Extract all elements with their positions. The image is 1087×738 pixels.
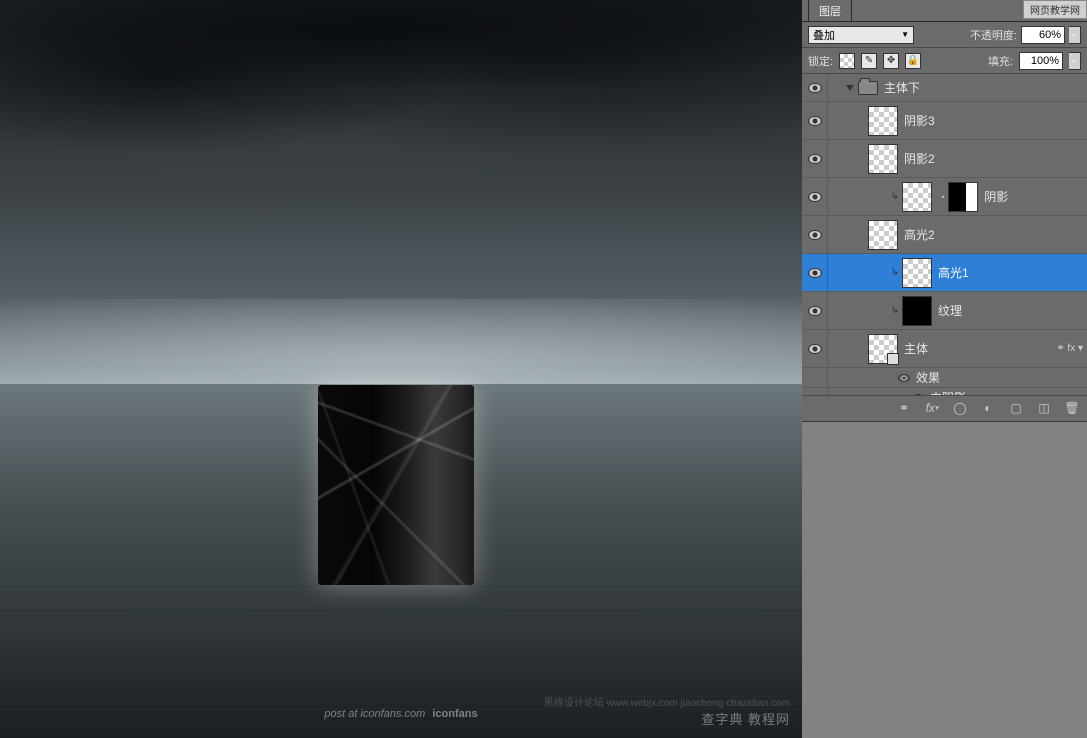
layer-tree[interactable]: 主体下 阴影3阴影2↳⬝阴影高光2↳高光1↳纹理主体⚭ fx ▾效果内阴影外发光… — [802, 74, 1087, 395]
layer-group[interactable]: 主体下 — [802, 74, 1087, 102]
fill-input[interactable]: 100% — [1019, 52, 1063, 70]
visibility-eye-icon[interactable] — [808, 154, 822, 164]
layer-name[interactable]: 主体下 — [884, 79, 920, 96]
blend-opacity-row: 叠加▼ 不透明度: 60% ▸ — [802, 22, 1087, 48]
subject-box — [318, 385, 474, 585]
adjustment-layer-icon[interactable]: ◐ — [979, 400, 997, 416]
delete-layer-icon[interactable]: 🗑 — [1063, 400, 1081, 416]
clip-indicator-icon: ↳ — [890, 306, 900, 316]
layer-name[interactable]: 高光2 — [904, 226, 935, 243]
layer-name[interactable]: 阴影3 — [904, 112, 935, 129]
link-layers-icon[interactable]: ⚭ — [895, 400, 913, 416]
opacity-slider-toggle[interactable]: ▸ — [1069, 26, 1081, 44]
layer-name[interactable]: 阴影2 — [904, 150, 935, 167]
layer-row[interactable]: ↳ 纹理 — [802, 292, 1087, 330]
layer-thumbnail[interactable] — [868, 334, 898, 364]
layer-row[interactable]: 阴影3 — [802, 102, 1087, 140]
fx-indicator-icon[interactable]: ⚭ fx ▾ — [1056, 343, 1083, 354]
layer-row[interactable]: 阴影2 — [802, 140, 1087, 178]
folder-icon — [858, 81, 878, 95]
visibility-eye-icon[interactable] — [808, 116, 822, 126]
layer-thumbnail[interactable] — [902, 296, 932, 326]
new-group-icon[interactable]: ▢ — [1007, 400, 1025, 416]
layers-panel: 图层 网页教学网 叠加▼ 不透明度: 60% ▸ 锁定: ✎ ✥ 🔒 填充: 1… — [802, 0, 1087, 738]
panel-empty-area — [802, 421, 1087, 738]
watermark-bottom: 思缘设计论坛 www.webjx.com jiaocheng.chazidian… — [0, 694, 802, 728]
fx-header[interactable]: 效果 — [802, 368, 1087, 388]
lock-pixels-icon[interactable]: ✎ — [861, 53, 877, 69]
clip-indicator-icon: ↳ — [890, 192, 900, 202]
lock-label: 锁定: — [808, 53, 833, 69]
lock-position-icon[interactable]: ✥ — [883, 53, 899, 69]
visibility-eye-icon[interactable] — [808, 344, 822, 354]
layer-row[interactable]: ↳ 高光1 — [802, 254, 1087, 292]
opacity-label: 不透明度: — [970, 27, 1017, 43]
layer-thumbnail[interactable] — [868, 106, 898, 136]
fx-visibility-icon[interactable] — [898, 374, 910, 382]
lock-fill-row: 锁定: ✎ ✥ 🔒 填充: 100% ▸ — [802, 48, 1087, 74]
layer-thumbnail[interactable] — [868, 144, 898, 174]
layer-name[interactable]: 主体 — [904, 340, 928, 357]
tab-layers[interactable]: 图层 — [808, 0, 852, 21]
visibility-eye-icon[interactable] — [808, 83, 822, 93]
group-toggle-icon[interactable] — [846, 85, 854, 91]
panel-tab-bar: 图层 网页教学网 — [802, 0, 1087, 22]
tutorial-badge: 网页教学网 — [1023, 0, 1087, 19]
layer-row[interactable]: 主体 ⚭ fx ▾ — [802, 330, 1087, 368]
lock-transparent-icon[interactable] — [839, 53, 855, 69]
layer-name[interactable]: 纹理 — [938, 302, 962, 319]
visibility-eye-icon[interactable] — [808, 306, 822, 316]
layers-panel-footer: ⚭ fx▾ ◯ ◐ ▢ ◫ 🗑 — [802, 395, 1087, 421]
layer-row[interactable]: 高光2 — [802, 216, 1087, 254]
canvas-viewport[interactable]: post at iconfans.com iconfans 思缘设计论坛 www… — [0, 0, 802, 738]
layer-thumbnail[interactable] — [902, 182, 932, 212]
add-mask-icon[interactable]: ◯ — [951, 400, 969, 416]
clip-indicator-icon: ↳ — [890, 268, 900, 278]
visibility-eye-icon[interactable] — [808, 268, 822, 278]
fx-icon[interactable]: fx▾ — [923, 400, 941, 416]
mask-link-icon[interactable]: ⬝ — [942, 192, 944, 202]
fill-slider-toggle[interactable]: ▸ — [1069, 52, 1081, 70]
new-layer-icon[interactable]: ◫ — [1035, 400, 1053, 416]
visibility-eye-icon[interactable] — [808, 192, 822, 202]
layer-thumbnail[interactable] — [902, 258, 932, 288]
layer-mask-thumb[interactable] — [948, 182, 978, 212]
visibility-eye-icon[interactable] — [808, 230, 822, 240]
layer-row[interactable]: ↳ ⬝ 阴影 — [802, 178, 1087, 216]
lock-all-icon[interactable]: 🔒 — [905, 53, 921, 69]
layer-thumbnail[interactable] — [868, 220, 898, 250]
chevron-down-icon: ▼ — [901, 30, 909, 39]
fill-label: 填充: — [988, 53, 1013, 69]
opacity-input[interactable]: 60% — [1021, 26, 1065, 44]
layer-name[interactable]: 高光1 — [938, 264, 969, 281]
blend-mode-dropdown[interactable]: 叠加▼ — [808, 26, 914, 44]
layer-name[interactable]: 阴影 — [984, 188, 1008, 205]
